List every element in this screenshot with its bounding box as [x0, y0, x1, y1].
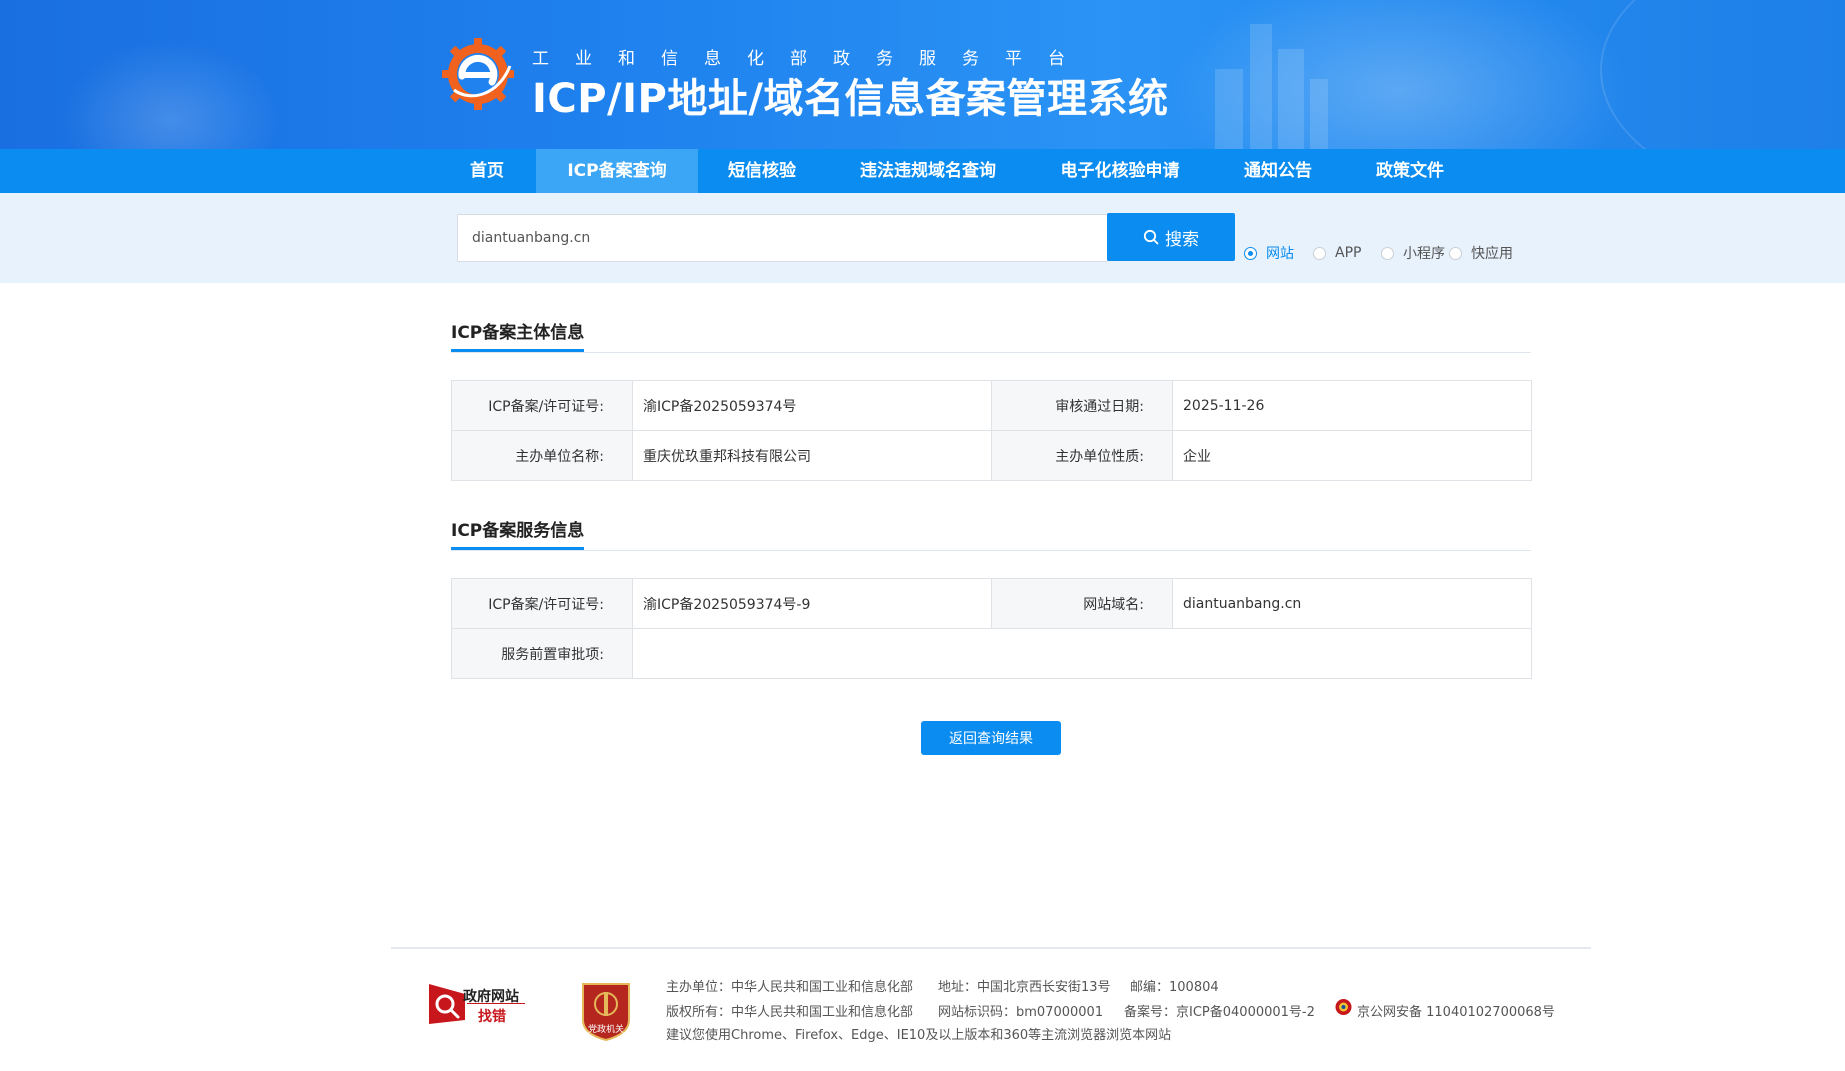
search-button-label: 搜索 [1165, 229, 1199, 250]
service-info-table: ICP备案/许可证号: 渝ICP备2025059374号-9 网站域名: dia… [451, 578, 1532, 679]
table-row: 主办单位名称: 重庆优玖重邦科技有限公司 主办单位性质: 企业 [451, 430, 1532, 481]
search-button[interactable]: 搜索 [1107, 213, 1235, 261]
service-section-title: ICP备案服务信息 [451, 516, 585, 550]
preapproval-label: 服务前置审批项: [451, 628, 633, 679]
footer-browser-tip: 建议您使用Chrome、Firefox、Edge、IE10及以上版本和360等主… [666, 1028, 1172, 1043]
badge-label: 党政机关 [587, 1025, 624, 1035]
org-name-label: 主办单位名称: [451, 430, 633, 481]
banner-glow-left [60, 40, 280, 149]
banner-arc [1600, 0, 1845, 149]
domain-value: diantuanbang.cn [1172, 578, 1532, 629]
section-divider [451, 352, 1531, 353]
header-title: ICP/IP地址/域名信息备案管理系统 [532, 76, 1169, 122]
approve-date-label: 审核通过日期: [991, 380, 1173, 431]
radio-dot [1381, 246, 1394, 260]
gov-find-subtitle: 找错 [478, 1009, 506, 1025]
table-row: ICP备案/许可证号: 渝ICP备2025059374号-9 网站域名: dia… [451, 578, 1532, 629]
radio-type-website[interactable]: 网站 [1244, 244, 1294, 262]
service-license-value: 渝ICP备2025059374号-9 [632, 578, 992, 629]
nav-item-policy[interactable]: 政策文件 [1360, 149, 1460, 193]
miit-logo-icon [442, 38, 514, 110]
subject-section-title: ICP备案主体信息 [451, 318, 585, 352]
party-gov-badge[interactable]: 党政机关 [579, 980, 633, 1042]
table-row: ICP备案/许可证号: 渝ICP备2025059374号 审核通过日期: 202… [451, 380, 1532, 431]
domain-label: 网站域名: [991, 578, 1173, 629]
nav-item-home[interactable]: 首页 [447, 149, 527, 193]
preapproval-value [632, 628, 1532, 679]
footer-postcode: 邮编：100804 [1130, 980, 1219, 995]
table-row: 服务前置审批项: [451, 628, 1532, 679]
main-nav: 首页 ICP备案查询 短信核验 违法违规域名查询 电子化核验申请 通知公告 政策… [0, 149, 1845, 193]
banner-building [1250, 24, 1272, 149]
nav-item-icp-query[interactable]: ICP备案查询 [536, 149, 698, 193]
subject-info-table: ICP备案/许可证号: 渝ICP备2025059374号 审核通过日期: 202… [451, 380, 1532, 481]
org-name-value: 重庆优玖重邦科技有限公司 [632, 430, 992, 481]
radio-label: 快应用 [1471, 246, 1513, 262]
radio-dot [1313, 246, 1326, 260]
nav-item-e-verify[interactable]: 电子化核验申请 [1048, 149, 1192, 193]
radio-type-miniprogram[interactable]: 小程序 [1381, 244, 1445, 262]
footer-address: 地址：中国北京西长安街13号 [938, 980, 1111, 995]
radio-label: APP [1335, 245, 1362, 261]
banner-building [1310, 79, 1328, 149]
nav-item-illegal-domain[interactable]: 违法违规域名查询 [842, 149, 1014, 193]
banner-building [1278, 49, 1304, 149]
nav-item-notice[interactable]: 通知公告 [1228, 149, 1328, 193]
banner-building [1215, 69, 1243, 149]
gov-find-underline [467, 1003, 525, 1004]
search-icon [1143, 229, 1159, 245]
radio-type-app[interactable]: APP [1313, 244, 1361, 262]
footer-host: 主办单位：中华人民共和国工业和信息化部 [666, 980, 914, 995]
radio-dot [1449, 246, 1462, 260]
org-type-label: 主办单位性质: [991, 430, 1173, 481]
approve-date-value: 2025-11-26 [1172, 380, 1532, 431]
service-license-label: ICP备案/许可证号: [451, 578, 633, 629]
search-band: 搜索 网站 APP 小程序 快应用 [0, 193, 1845, 283]
footer-copyright: 版权所有：中华人民共和国工业和信息化部 [666, 1005, 914, 1020]
nav-item-sms-verify[interactable]: 短信核验 [708, 149, 816, 193]
radio-dot [1244, 246, 1257, 260]
radio-type-quickapp[interactable]: 快应用 [1449, 244, 1513, 262]
license-label: ICP备案/许可证号: [451, 380, 633, 431]
radio-label: 网站 [1266, 246, 1294, 262]
return-results-button[interactable]: 返回查询结果 [921, 721, 1061, 755]
footer-site-id: 网站标识码：bm07000001 [938, 1005, 1104, 1020]
header-banner: 工业和信息化部政务服务平台 ICP/IP地址/域名信息备案管理系统 [0, 0, 1845, 149]
radio-label: 小程序 [1403, 246, 1445, 262]
org-type-value: 企业 [1172, 430, 1532, 481]
footer-divider [391, 947, 1591, 949]
footer-police-link[interactable]: 京公网安备 11040102700068号 [1357, 1001, 1555, 1020]
police-badge-icon [1335, 999, 1352, 1015]
gov-find-error-link[interactable]: 政府网站 找错 [427, 982, 527, 1026]
section-divider [451, 550, 1531, 551]
search-input[interactable] [457, 214, 1108, 262]
license-value: 渝ICP备2025059374号 [632, 380, 992, 431]
footer-icp-link[interactable]: 备案号：京ICP备04000001号-2 [1124, 1001, 1315, 1020]
